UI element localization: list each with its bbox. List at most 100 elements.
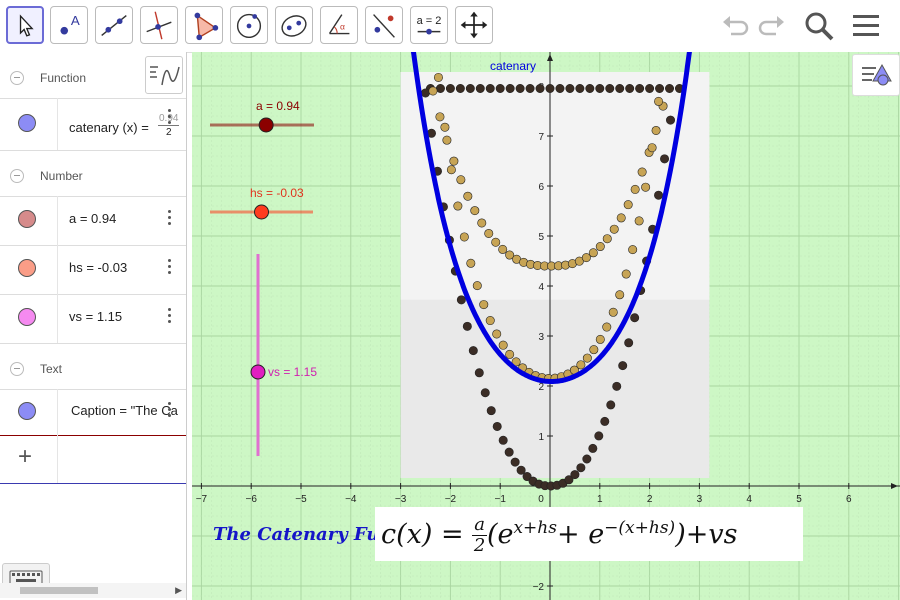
bead-top <box>665 83 675 93</box>
formula-frac-num: a <box>472 514 487 536</box>
bead-dark-chain <box>606 400 616 410</box>
bead-top <box>555 83 565 93</box>
svg-text:A: A <box>71 13 80 28</box>
undo-icon <box>723 16 749 36</box>
bead-gold-chain <box>435 112 445 122</box>
bead-dark-chain <box>660 154 670 164</box>
group-header-text[interactable]: Text <box>0 343 186 390</box>
bead-gold-chain-lower <box>615 290 625 300</box>
bead-gold-chain <box>491 237 501 247</box>
algebra-item-caption[interactable]: Caption = "The Ca <box>0 389 186 436</box>
scroll-right-icon[interactable]: ▶ <box>175 585 182 596</box>
perpendicular-line-tool[interactable] <box>140 6 178 44</box>
formula-exp1: x+hs <box>513 518 557 538</box>
conic-tool[interactable] <box>275 6 313 44</box>
visibility-toggle[interactable] <box>18 114 36 132</box>
y-tick-label: 3 <box>538 332 544 343</box>
y-tick-label: 5 <box>538 232 544 243</box>
reflect-line-icon <box>373 14 395 38</box>
line-tool[interactable] <box>95 6 133 44</box>
scrollbar-thumb[interactable] <box>20 587 98 594</box>
algebra-horizontal-scrollbar[interactable]: ▶ <box>0 583 186 598</box>
algebra-item-vs[interactable]: vs = 1.15 <box>0 294 186 344</box>
circle-tool[interactable] <box>230 6 268 44</box>
add-item-icon[interactable]: + <box>18 443 32 471</box>
x-tick-label: −1 <box>494 494 506 505</box>
more-options-icon[interactable] <box>168 259 172 277</box>
bead-dark-chain <box>504 447 514 457</box>
group-label-text: Text <box>40 362 63 376</box>
visibility-toggle[interactable] <box>18 402 36 420</box>
bead-top <box>635 83 645 93</box>
polygon-tool[interactable] <box>185 6 223 44</box>
y-tick-label: −2 <box>533 582 545 593</box>
bead-dark-chain <box>600 416 610 426</box>
bead-top <box>485 83 495 93</box>
bead-gold-chain <box>484 228 494 238</box>
angle-tool[interactable]: α <box>320 6 358 44</box>
group-header-function[interactable]: Function <box>0 52 186 99</box>
catenary-formula: c(x) = a 2 (ex+hs+ e−(x+hs))+vs <box>381 515 737 556</box>
row-divider <box>57 294 58 343</box>
reflect-tool[interactable] <box>365 6 403 44</box>
formula-open: (e <box>486 519 514 550</box>
search-button[interactable] <box>803 10 835 42</box>
bead-dark-chain <box>480 388 490 398</box>
visibility-toggle[interactable] <box>18 210 36 228</box>
bead-top <box>435 83 445 93</box>
bead-top <box>475 83 485 93</box>
bead-gold-chain-lower <box>641 182 651 192</box>
point-tool[interactable]: A <box>50 6 88 44</box>
bead-gold-chain-lower <box>589 345 599 355</box>
bead-dark-chain <box>666 115 676 125</box>
bead-top <box>455 83 465 93</box>
x-tick-label: 2 <box>647 494 653 505</box>
bead-top <box>645 83 655 93</box>
bead-dark-chain <box>594 431 604 441</box>
bead-dark-chain <box>456 295 466 305</box>
formula-mid: + e <box>556 519 605 550</box>
bead-gold-chain <box>651 125 661 135</box>
move-arrows-icon <box>460 11 488 39</box>
y-tick-label: 1 <box>538 432 544 443</box>
circle-icon <box>236 13 262 39</box>
x-tick-label: −4 <box>345 494 357 505</box>
more-options-icon[interactable] <box>168 308 172 326</box>
move-tool[interactable] <box>6 6 44 44</box>
catenary-label: catenary (x) = <box>69 120 149 135</box>
more-options-icon[interactable] <box>168 109 172 127</box>
slider-a-label: a = 0.94 <box>256 99 300 113</box>
visibility-toggle[interactable] <box>18 259 36 277</box>
collapse-icon[interactable] <box>10 362 24 376</box>
bead-dark-chain <box>588 443 598 453</box>
bead-gold-chain <box>588 248 598 258</box>
formula-exp2: −(x+hs) <box>604 518 676 538</box>
bead-dark-chain <box>624 338 634 348</box>
x-tick-label: 3 <box>697 494 703 505</box>
bead-dark-chain <box>462 321 472 331</box>
visibility-toggle[interactable] <box>18 308 36 326</box>
catenary-frac-den: 2 <box>165 127 172 138</box>
bead-gold-chain <box>630 184 640 194</box>
hs-definition: hs = -0.03 <box>69 260 128 275</box>
style-bar-icon <box>862 63 892 86</box>
algebra-item-hs[interactable]: hs = -0.03 <box>0 245 186 295</box>
move-graphics-view-tool[interactable] <box>455 6 493 44</box>
algebra-input-row[interactable]: + <box>0 435 186 484</box>
algebra-item-a[interactable]: a = 0.94 <box>0 196 186 246</box>
menu-button[interactable] <box>850 10 882 42</box>
collapse-icon[interactable] <box>10 71 24 85</box>
collapse-icon[interactable] <box>10 169 24 183</box>
slider-tool[interactable]: a = 2 <box>410 6 448 44</box>
undo-button[interactable] <box>719 10 751 42</box>
bead-gold-chain-lower <box>492 329 502 339</box>
bead-gold-chain <box>498 244 508 254</box>
redo-button[interactable] <box>756 10 788 42</box>
bead-gold-chain-lower <box>595 334 605 344</box>
group-header-number[interactable]: Number <box>0 150 186 197</box>
algebra-item-catenary[interactable]: catenary (x) = 0.94 2 <box>0 98 186 151</box>
bead-top <box>605 83 615 93</box>
more-options-icon[interactable] <box>168 402 172 420</box>
more-options-icon[interactable] <box>168 210 172 228</box>
style-bar-button[interactable] <box>852 54 900 96</box>
